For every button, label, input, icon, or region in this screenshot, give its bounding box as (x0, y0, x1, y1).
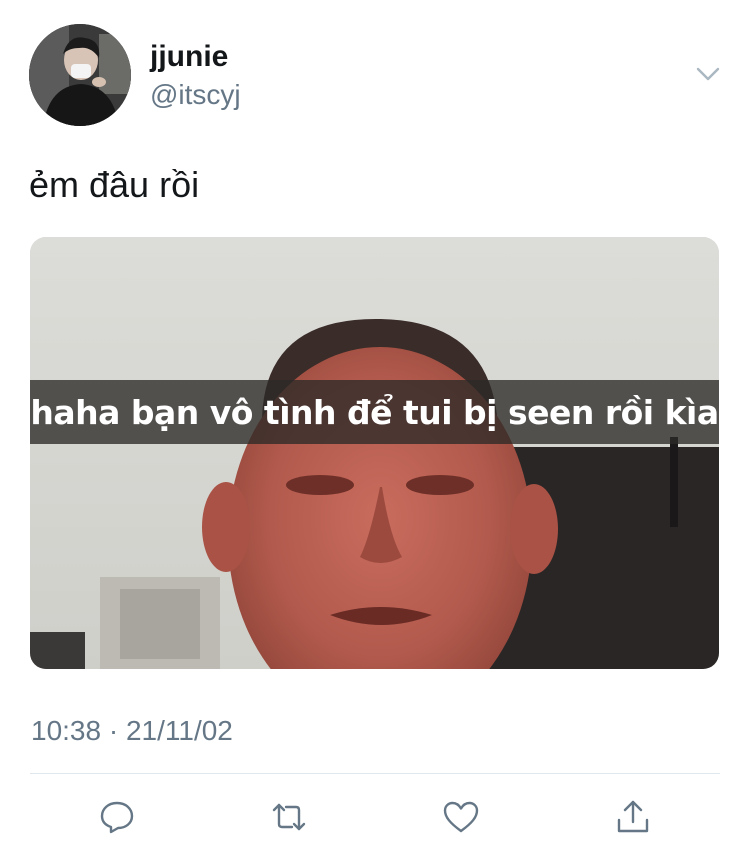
avatar-image (29, 24, 131, 126)
media-caption-bar: haha bạn vô tình để tui bị seen rồi kìa (30, 380, 719, 444)
media-caption: haha bạn vô tình để tui bị seen rồi kìa (30, 392, 719, 432)
divider (30, 773, 720, 774)
tweet-media[interactable]: haha bạn vô tình để tui bị seen rồi kìa (30, 237, 719, 669)
share-icon (617, 800, 649, 833)
author-handle[interactable]: @itscyj (150, 79, 241, 111)
avatar[interactable] (29, 24, 131, 126)
tweet-text: ẻm đâu rồi (29, 164, 200, 205)
reply-icon (100, 801, 134, 834)
retweet-button[interactable] (267, 795, 311, 839)
media-image (30, 237, 719, 669)
chevron-down-icon[interactable] (694, 60, 722, 88)
retweet-icon (272, 803, 306, 831)
reply-button[interactable] (95, 795, 139, 839)
like-button[interactable] (439, 795, 483, 839)
tweet-timestamp[interactable]: 10:38 · 21/11/02 (31, 714, 233, 748)
share-button[interactable] (611, 795, 655, 839)
author-display-name[interactable]: jjunie (150, 40, 228, 74)
like-icon (443, 801, 479, 833)
tweet-actions (0, 795, 750, 839)
